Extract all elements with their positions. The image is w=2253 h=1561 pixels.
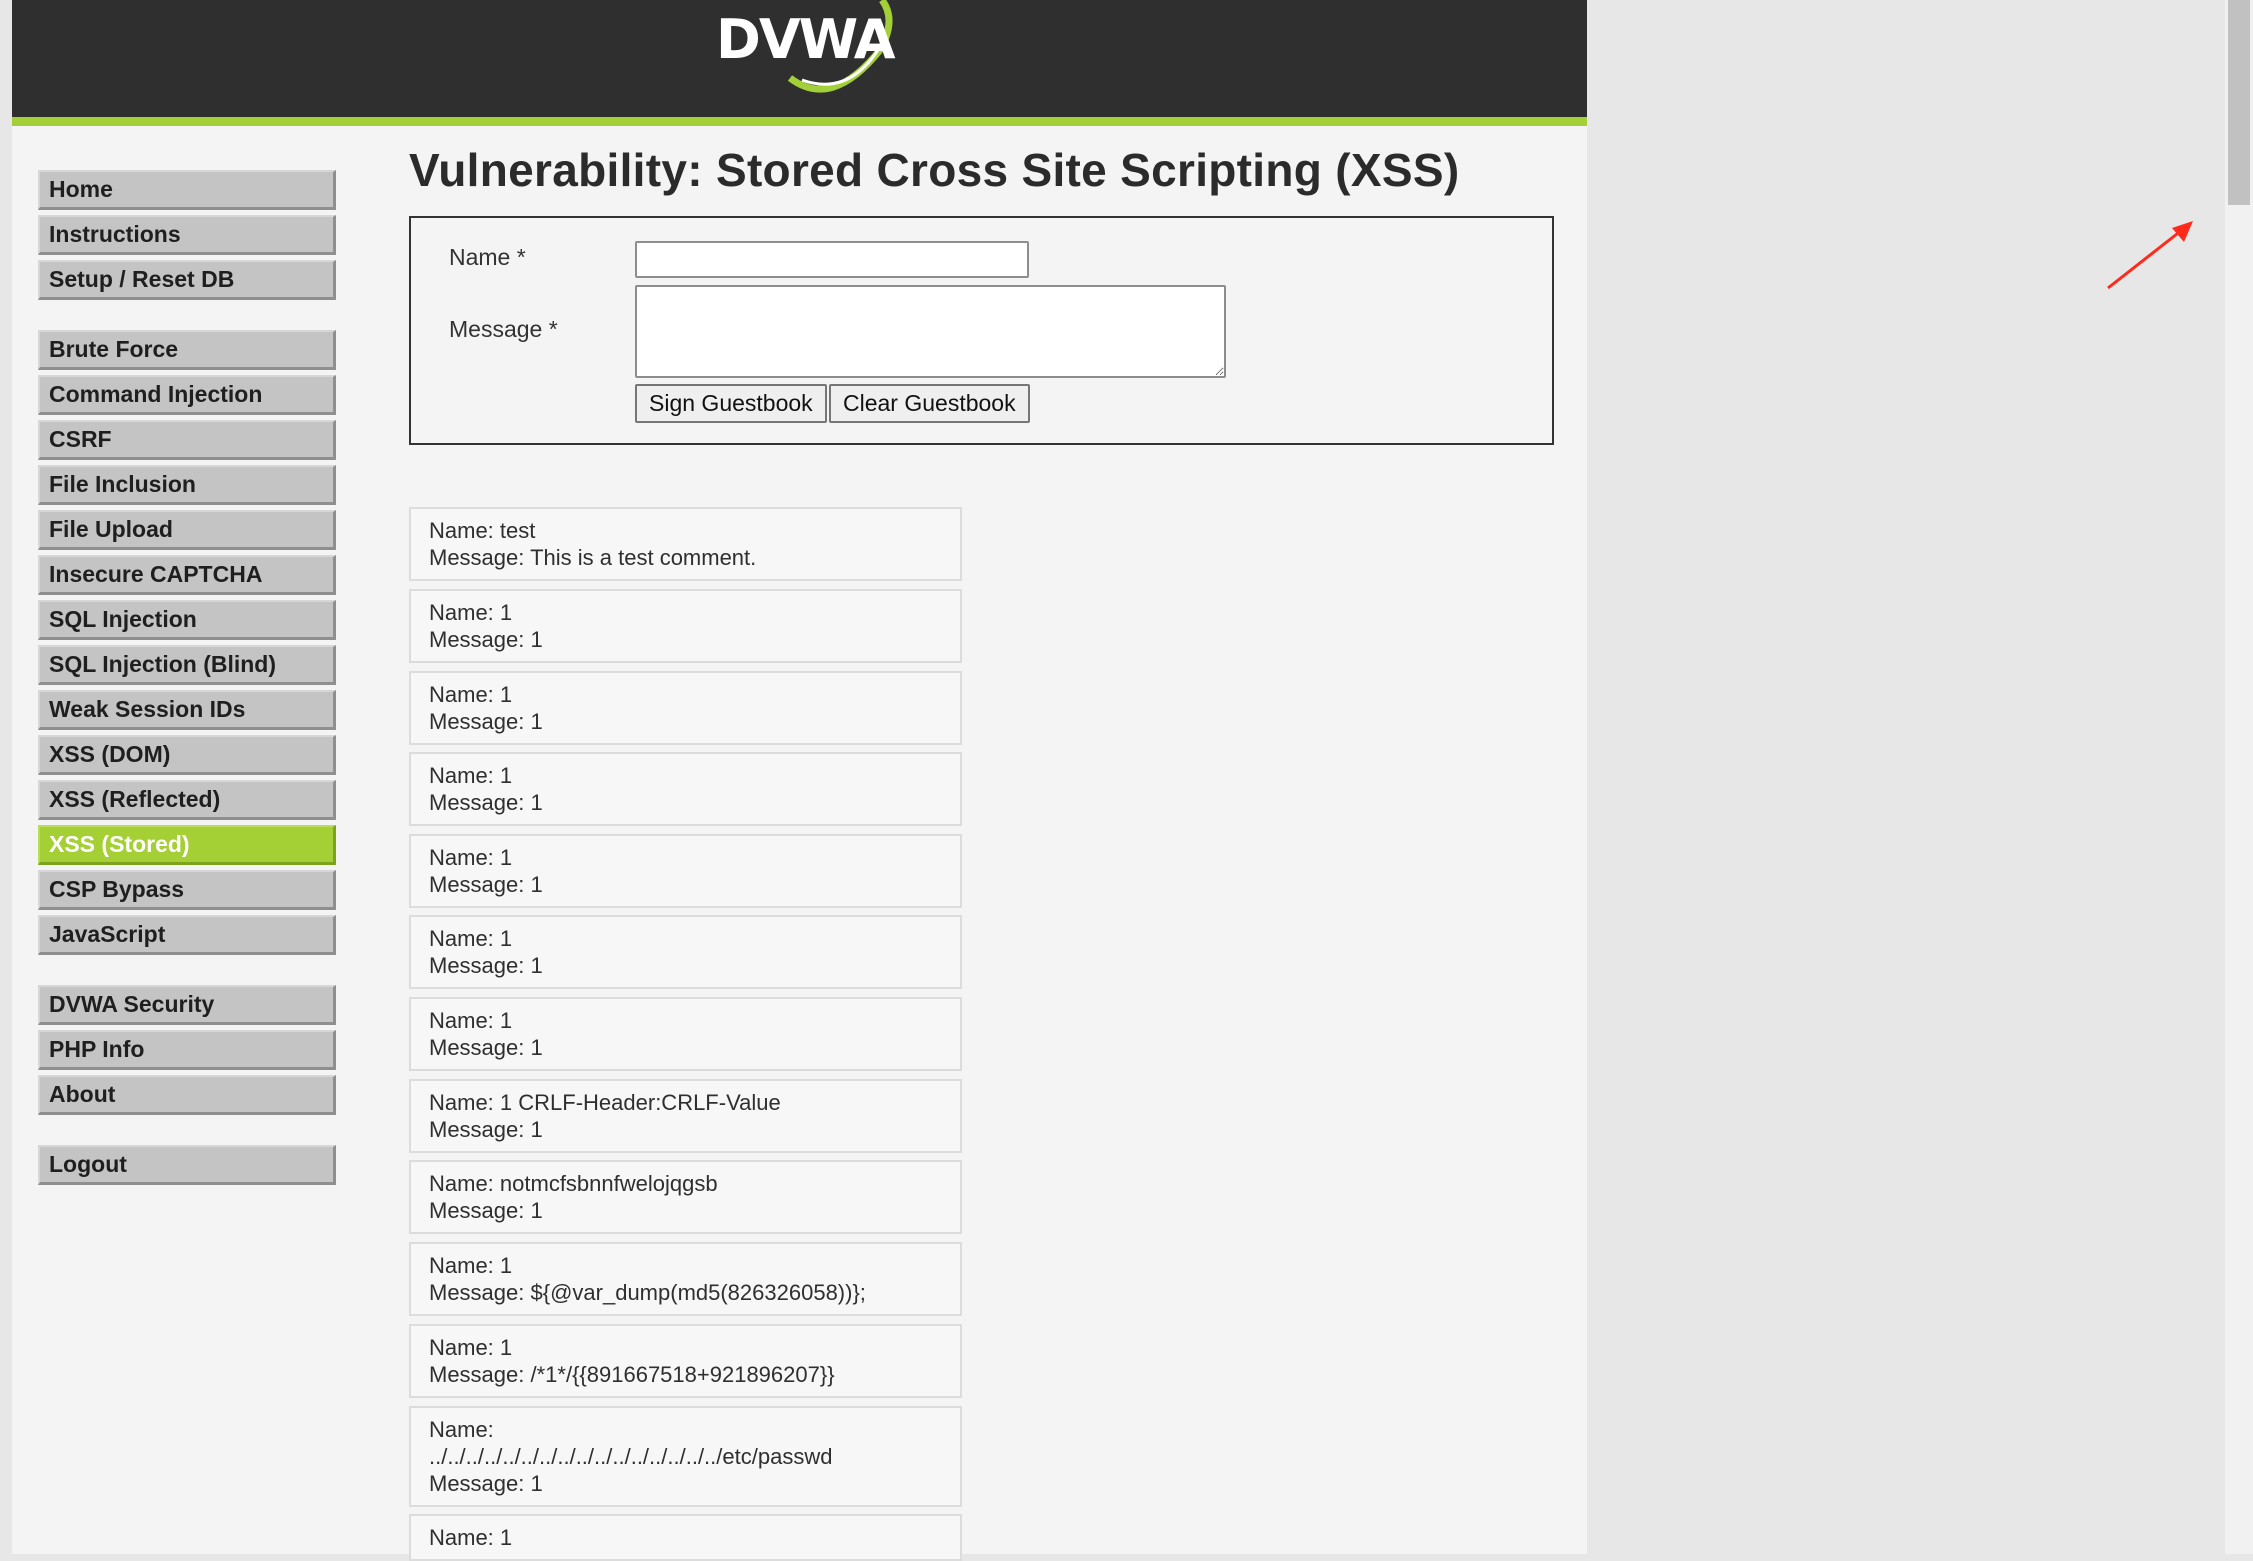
guestbook-form: Name * Message * Sign Guestbook Clear Gu… [409, 216, 1554, 445]
sidebar-item-command-injection[interactable]: Command Injection [38, 375, 336, 415]
guestbook-comment: Name: ../../../../../../../../../../../..… [409, 1406, 962, 1507]
guestbook-comment: Name: 1 Message: 1 [409, 915, 962, 989]
red-arrow-icon [2107, 221, 2193, 290]
comment-message: Message: ${@var_dump(md5(826326058))}; [429, 1280, 866, 1305]
sidebar-item-dvwa-security[interactable]: DVWA Security [38, 985, 336, 1025]
guestbook-comment: Name: test Message: This is a test commen… [409, 507, 962, 581]
guestbook-comment: Name: 1 Message: 1 [409, 997, 962, 1071]
guestbook-comment: Name: 1 Message: 1 [409, 834, 962, 908]
sidebar-item-about[interactable]: About [38, 1075, 336, 1115]
comment-name: Name: 1 [429, 926, 513, 951]
name-input[interactable] [635, 241, 1029, 278]
sidebar-item-javascript[interactable]: JavaScript [38, 915, 336, 955]
sidebar-group: Brute Force Command Injection CSRF File Inc… [38, 330, 336, 955]
scrollbar-track[interactable] [2225, 0, 2253, 1554]
sidebar-item-home[interactable]: Home [38, 170, 336, 210]
guestbook-comment: Name: 1 CRLF-Header:CRLF-Value Message: 1 [409, 1079, 962, 1153]
comment-name: Name: [429, 1417, 494, 1442]
scrollbar-thumb[interactable] [2228, 0, 2250, 205]
comment-message: Message: /*1*/{{891667518+921896207}} [429, 1362, 835, 1387]
guestbook-comment: Name: 1 Message: 1 [409, 752, 962, 826]
comment-message: Message: 1 [429, 1471, 543, 1496]
logo-text: DVWA [716, 8, 896, 71]
sidebar-item-sql-injection-blind[interactable]: SQL Injection (Blind) [38, 645, 336, 685]
comment-name: Name: 1 [429, 845, 513, 870]
sidebar-item-instructions[interactable]: Instructions [38, 215, 336, 255]
comment-message: Message: 1 [429, 790, 543, 815]
sidebar-item-file-inclusion[interactable]: File Inclusion [38, 465, 336, 505]
comment-message: Message: 1 [429, 627, 543, 652]
sidebar-item-insecure-captcha[interactable]: Insecure CAPTCHA [38, 555, 336, 595]
comment-name: Name: 1 [429, 600, 513, 625]
sign-guestbook-button[interactable]: Sign Guestbook [635, 384, 827, 423]
guestbook-comment: Name: 1 Message: 1 [409, 671, 962, 745]
page-title: Vulnerability: Stored Cross Site Scripti… [409, 144, 1460, 196]
sidebar-item-brute-force[interactable]: Brute Force [38, 330, 336, 370]
comment-name: Name: notmcfsbnnfwelojqgsb [429, 1171, 718, 1196]
sidebar-item-csrf[interactable]: CSRF [38, 420, 336, 460]
sidebar-group: DVWA Security PHP Info About [38, 985, 336, 1115]
guestbook-comment: Name: 1 Message: 1 [409, 589, 962, 663]
clear-guestbook-button[interactable]: Clear Guestbook [829, 384, 1030, 423]
guestbook-comment: Name: notmcfsbnnfwelojqgsb Message: 1 [409, 1160, 962, 1234]
sidebar-item-weak-session-ids[interactable]: Weak Session IDs [38, 690, 336, 730]
sidebar-item-xss-reflected[interactable]: XSS (Reflected) [38, 780, 336, 820]
comment-message: Message: 1 [429, 1198, 543, 1223]
comment-name: Name: 1 [429, 682, 513, 707]
comment-message: Message: This is a test comment. [429, 545, 757, 570]
comment-name: Name: 1 [429, 1253, 513, 1278]
sidebar-item-csp-bypass[interactable]: CSP Bypass [38, 870, 336, 910]
message-label: Message * [449, 316, 558, 342]
sidebar-group: Logout [38, 1145, 336, 1185]
comment-message: Message: 1 [429, 709, 543, 734]
sidebar-item-file-upload[interactable]: File Upload [38, 510, 336, 550]
comment-name: Name: 1 CRLF-Header:CRLF-Value [429, 1090, 781, 1115]
sidebar-group: Home Instructions Setup / Reset DB [38, 170, 336, 300]
sidebar-item-xss-stored[interactable]: XSS (Stored) [38, 825, 336, 865]
comment-name: Name: test [429, 518, 536, 543]
comment-message: Message: 1 [429, 953, 543, 978]
comment-name: Name: 1 [429, 1335, 513, 1360]
comment-message: Message: 1 [429, 1117, 543, 1142]
comment-name: Name: 1 [429, 1525, 513, 1550]
sidebar-item-setup-reset-db[interactable]: Setup / Reset DB [38, 260, 336, 300]
guestbook-comment: Name: 1 Message: ${@var_dump(md5(82632605… [409, 1242, 962, 1316]
header-bar: DVWA [12, 0, 1587, 126]
dvwa-logo[interactable]: DVWA [702, 0, 902, 100]
sidebar-item-sql-injection[interactable]: SQL Injection [38, 600, 336, 640]
page-container: DVWA Home Instructions Setup / Reset DB Bru… [12, 0, 1587, 1561]
sidebar-item-xss-dom[interactable]: XSS (DOM) [38, 735, 336, 775]
comment-message: Message: 1 [429, 1035, 543, 1060]
guestbook-comment: Name: 1 Message: /*1*/{{891667518+9218962… [409, 1324, 962, 1398]
sidebar-menu: Home Instructions Setup / Reset DB Brute Fo… [38, 170, 336, 1215]
sidebar-item-logout[interactable]: Logout [38, 1145, 336, 1185]
sidebar-item-php-info[interactable]: PHP Info [38, 1030, 336, 1070]
comment-name: Name: 1 [429, 763, 513, 788]
comment-name-continued: ../../../../../../../../../../../../../.… [429, 1444, 833, 1469]
comment-message: Message: 1 [429, 872, 543, 897]
comment-name: Name: 1 [429, 1008, 513, 1033]
name-label: Name * [449, 244, 526, 270]
message-textarea[interactable] [635, 285, 1226, 378]
